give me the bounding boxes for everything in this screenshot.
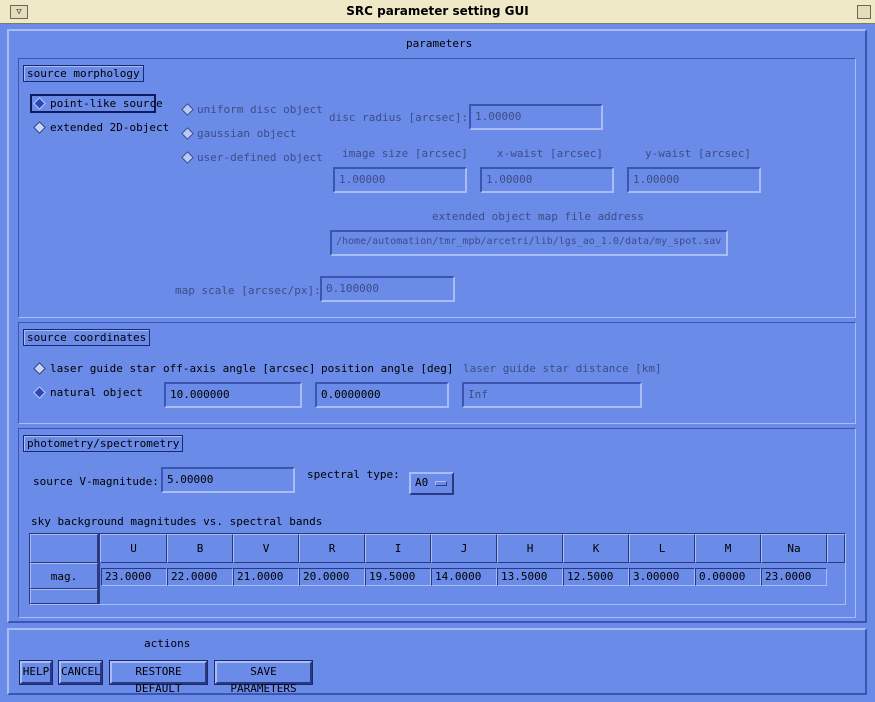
point-like-radio-label[interactable]: point-like source [50,97,163,110]
band-header-r[interactable]: R [299,534,365,563]
laser-guide-star-radio-label[interactable]: laser guide star [50,362,156,375]
save-parameters-button[interactable]: SAVE PARAMETERS [215,661,312,695]
mag-cell-u[interactable]: 23.0000 [101,568,167,586]
mag-cell-na[interactable]: 23.0000 [761,568,827,586]
title-bar[interactable]: SRC parameter setting GUI [0,0,875,24]
band-header-u[interactable]: U [100,534,167,563]
spectral-type-value: A0 [415,476,429,489]
y-waist-input[interactable]: 1.00000 [627,167,761,193]
mag-cell-l[interactable]: 3.00000 [629,568,695,586]
natural-object-radio-label[interactable]: natural object [50,386,143,399]
help-button[interactable]: HELP [20,661,52,684]
map-file-label: extended object map file address [432,210,644,223]
image-size-label: image size [arcsec] [342,147,468,160]
window-menu-icon[interactable]: ▽ [10,5,28,19]
x-waist-input[interactable]: 1.00000 [480,167,614,193]
band-header-j[interactable]: J [431,534,497,563]
user-defined-radio-label[interactable]: user-defined object [197,151,323,164]
cancel-button[interactable]: CANCEL [59,661,102,684]
vmag-label: source V-magnitude: [33,475,159,488]
window-maximize-icon[interactable] [857,5,871,19]
spectral-type-label: spectral type: [307,468,400,481]
position-angle-label: position angle [deg] [321,362,454,375]
map-scale-input[interactable]: 0.100000 [320,276,455,302]
table-row-header-empty [30,589,98,604]
position-angle-input[interactable]: 0.0000000 [315,382,449,408]
image-size-input[interactable]: 1.00000 [333,167,467,193]
table-row-header-mag: mag. [30,563,98,589]
coordinates-section-label: source coordinates [23,329,151,346]
gaussian-radio-label[interactable]: gaussian object [197,127,296,140]
table-corner-cell [30,534,98,563]
band-header-filler [827,534,845,563]
lgs-distance-input[interactable]: Inf [462,382,642,408]
uniform-disc-radio-label[interactable]: uniform disc object [197,103,323,116]
photometry-section-label: photometry/spectrometry [23,435,184,452]
window-title: SRC parameter setting GUI [346,4,529,18]
mag-cell-j[interactable]: 14.0000 [431,568,497,586]
mag-cell-h[interactable]: 13.5000 [497,568,563,586]
band-header-v[interactable]: V [233,534,299,563]
off-axis-label: off-axis angle [arcsec] [163,362,316,375]
mag-cell-k[interactable]: 12.5000 [563,568,629,586]
band-header-m[interactable]: M [695,534,761,563]
band-header-k[interactable]: K [563,534,629,563]
mag-cell-v[interactable]: 21.0000 [233,568,299,586]
mag-cell-m[interactable]: 0.00000 [695,568,761,586]
extended-radio-label[interactable]: extended 2D-object [50,121,169,134]
lgs-distance-label: laser guide star distance [km] [463,362,662,375]
spectral-type-dropdown[interactable]: A0 [409,472,454,495]
band-header-b[interactable]: B [167,534,233,563]
sky-background-label: sky background magnitudes vs. spectral b… [31,515,323,528]
band-header-h[interactable]: H [497,534,563,563]
parameters-label: parameters [406,37,473,50]
band-header-l[interactable]: L [629,534,695,563]
dropdown-indicator-icon [435,481,447,486]
map-scale-label: map scale [arcsec/px]: [175,284,321,297]
off-axis-input[interactable]: 10.000000 [164,382,302,408]
map-file-input[interactable]: /home/automation/tmr_mpb/arcetri/lib/lgs… [330,230,728,256]
band-header-i[interactable]: I [365,534,431,563]
band-header-na[interactable]: Na [761,534,827,563]
y-waist-label: y-waist [arcsec] [645,147,751,160]
disc-radius-input[interactable]: 1.00000 [469,104,603,130]
actions-label: actions [144,637,191,650]
morphology-section-label: source morphology [23,65,144,82]
restore-default-button[interactable]: RESTORE DEFAULT [110,661,207,695]
vmag-input[interactable]: 5.00000 [161,467,295,493]
mag-cell-b[interactable]: 22.0000 [167,568,233,586]
mag-cell-r[interactable]: 20.0000 [299,568,365,586]
x-waist-label: x-waist [arcsec] [497,147,603,160]
disc-radius-label: disc radius [arcsec]: [329,111,469,124]
mag-cell-i[interactable]: 19.5000 [365,568,431,586]
